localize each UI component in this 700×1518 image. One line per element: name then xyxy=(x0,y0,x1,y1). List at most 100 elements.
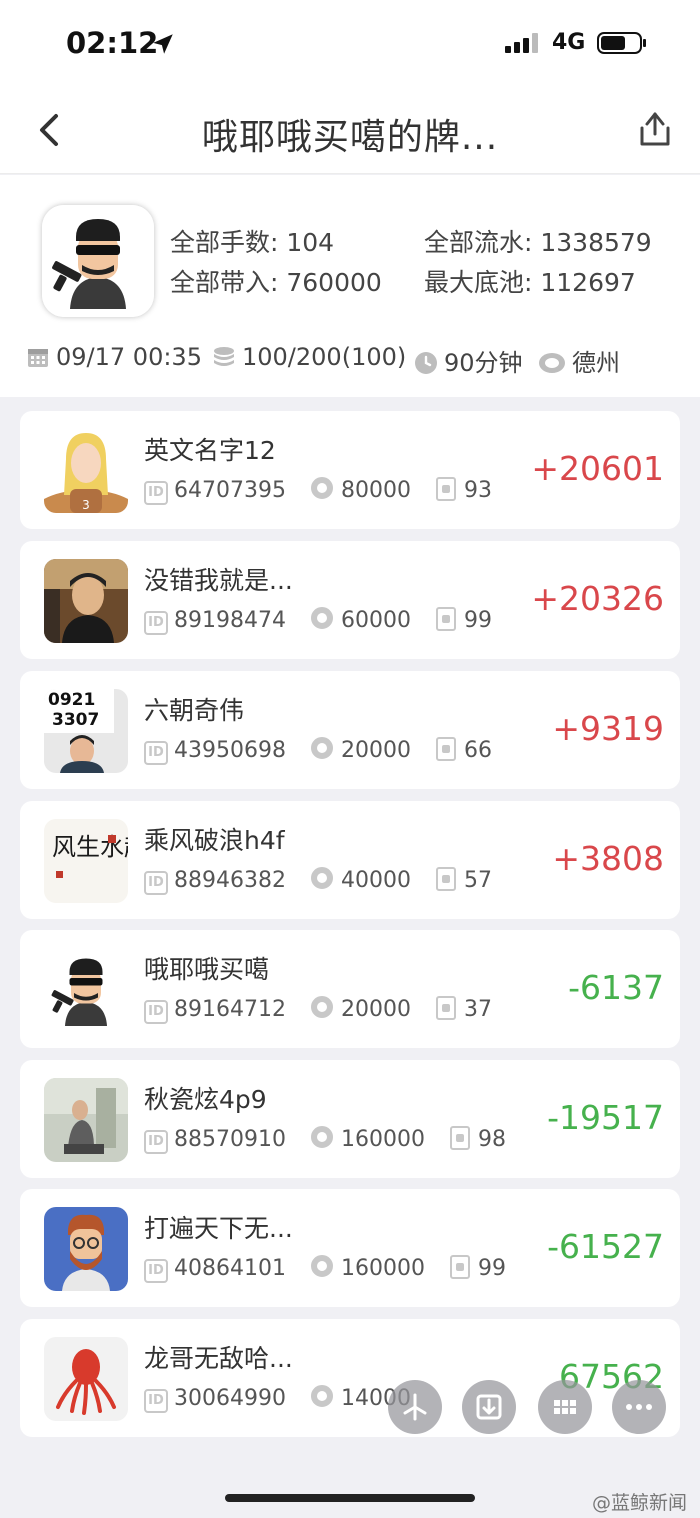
meta-datetime: 09/17 00:35 xyxy=(26,343,202,371)
meta-datetime-text: 09/17 00:35 xyxy=(56,343,202,371)
card-icon xyxy=(449,1126,470,1150)
calligraphy-text: 风生水起 xyxy=(52,833,128,861)
calligraphy-avatar-icon: 风生水起 xyxy=(44,819,128,903)
id-icon: ID xyxy=(144,1389,168,1413)
location-arrow-icon xyxy=(153,34,173,54)
game-summary: 全部手数: 104 全部流水: 1338579 全部带入: 760000 最大底… xyxy=(0,175,700,397)
card-icon xyxy=(435,996,456,1020)
player-stats: ID 43950698 20000 66 xyxy=(144,737,510,765)
seated-person-avatar-icon xyxy=(44,1078,128,1162)
chip-icon xyxy=(310,1126,333,1148)
octopus-avatar-icon xyxy=(44,1337,128,1421)
grid-menu-button[interactable] xyxy=(538,1380,592,1434)
meta-duration: 90分钟 xyxy=(414,343,523,378)
player-buyin: 80000 xyxy=(340,478,411,503)
player-id: 64707395 xyxy=(174,478,286,503)
bearded-man-avatar-icon xyxy=(44,1207,128,1291)
player-card[interactable]: 哦耶哦买噶 ID 89164712 20000 37 -6137 xyxy=(20,930,680,1048)
player-score: -61527 xyxy=(547,1227,664,1266)
network-type: 4G xyxy=(552,30,586,55)
calendar-icon xyxy=(28,349,48,367)
more-button[interactable] xyxy=(612,1380,666,1434)
player-buyin: 60000 xyxy=(340,608,411,633)
player-stats: ID 89164712 20000 37 xyxy=(144,996,510,1024)
player-hands: 98 xyxy=(477,1127,506,1152)
gunman-avatar-icon xyxy=(44,948,128,1032)
chip-icon xyxy=(310,477,333,499)
player-buyin: 160000 xyxy=(340,1127,425,1152)
pinwheel-icon xyxy=(403,1393,427,1421)
player-avatar: 3 xyxy=(44,429,128,513)
navigation-bar: 哦耶哦买噶的牌... xyxy=(0,88,700,174)
player-hands: 99 xyxy=(463,608,492,633)
player-buyin: 40000 xyxy=(340,868,411,893)
player-card[interactable]: 没错我就是... ID 89198474 60000 99 +20326 xyxy=(20,541,680,659)
gunman-avatar-icon xyxy=(42,205,154,317)
id-icon: ID xyxy=(144,741,168,765)
chip-icon xyxy=(310,867,333,889)
card-icon xyxy=(435,737,456,761)
host-avatar[interactable] xyxy=(42,205,154,317)
coin-stack-icon xyxy=(214,347,234,366)
chip-icon xyxy=(310,996,333,1018)
player-name: 乘风破浪h4f xyxy=(144,826,285,855)
avatar-badge: 3 xyxy=(82,498,90,512)
player-buyin: 20000 xyxy=(340,997,411,1022)
total-flow: 全部流水: 1338579 xyxy=(424,228,652,257)
id-icon: ID xyxy=(144,481,168,505)
player-card[interactable]: 秋瓷炫4p9 ID 88570910 160000 98 -19517 xyxy=(20,1060,680,1178)
woman-avatar-icon: 3 xyxy=(44,429,128,513)
meta-blinds: 100/200(100) xyxy=(212,343,406,371)
player-avatar: 风生水起 xyxy=(44,819,128,903)
meta-game-type: 德州 xyxy=(538,343,620,378)
placard-line2: 3307 xyxy=(52,710,99,730)
player-hands: 57 xyxy=(463,868,492,893)
download-button[interactable] xyxy=(462,1380,516,1434)
player-name: 没错我就是... xyxy=(144,566,293,595)
signal-icon xyxy=(505,33,538,53)
player-score: +20326 xyxy=(531,579,664,618)
page-title: 哦耶哦买噶的牌... xyxy=(201,117,499,158)
card-icon xyxy=(449,1255,470,1279)
player-avatar xyxy=(44,948,128,1032)
player-hands: 66 xyxy=(463,738,492,763)
player-card[interactable]: 0921 3307 六朝奇伟 ID 43950698 20000 66 +9319 xyxy=(20,671,680,789)
id-icon: ID xyxy=(144,1000,168,1024)
placard-line1: 0921 xyxy=(48,690,95,710)
battery-icon xyxy=(597,32,646,54)
player-avatar xyxy=(44,559,128,643)
player-hands: 93 xyxy=(463,478,492,503)
poker-chip-icon xyxy=(539,353,565,373)
player-score: +3808 xyxy=(552,839,664,878)
total-buyin: 全部带入: 760000 xyxy=(170,268,382,297)
meta-blinds-text: 100/200(100) xyxy=(242,343,407,371)
player-stats: ID 64707395 80000 93 xyxy=(144,477,510,505)
total-hands: 全部手数: 104 xyxy=(170,228,335,257)
player-card[interactable]: 打遍天下无... ID 40864101 160000 99 -61527 xyxy=(20,1189,680,1307)
player-card[interactable]: 风生水起 乘风破浪h4f ID88946382 40000 57 +3808 xyxy=(20,801,680,919)
download-icon xyxy=(476,1394,502,1420)
meta-game-type-text: 德州 xyxy=(572,349,620,377)
player-stats: ID 88570910 160000 98 xyxy=(144,1126,524,1154)
player-score: -19517 xyxy=(547,1098,664,1137)
photo-avatar-icon xyxy=(44,559,128,643)
player-name: 英文名字12 xyxy=(144,436,276,465)
player-stats: ID 88946382 40000 57 xyxy=(144,867,510,895)
placard-avatar-icon: 0921 3307 xyxy=(44,689,128,773)
player-score: +9319 xyxy=(552,709,664,748)
player-name: 打遍天下无... xyxy=(144,1214,293,1243)
id-icon: ID xyxy=(144,871,168,895)
pinwheel-button[interactable] xyxy=(388,1380,442,1434)
player-card[interactable]: 3 英文名字12 ID 64707395 80000 93 +20601 xyxy=(20,411,680,529)
player-id: 88946382 xyxy=(174,868,286,893)
player-avatar xyxy=(44,1078,128,1162)
share-icon[interactable] xyxy=(636,108,674,150)
chip-icon xyxy=(310,1385,333,1407)
player-name: 哦耶哦买噶 xyxy=(144,955,270,984)
player-id: 89198474 xyxy=(174,608,286,633)
status-time: 02:12 xyxy=(66,26,159,60)
player-buyin: 160000 xyxy=(340,1256,425,1281)
player-stats: ID 40864101 160000 99 xyxy=(144,1255,524,1283)
player-score: -6137 xyxy=(568,968,664,1007)
player-stats: ID 30064990 14000 xyxy=(144,1385,429,1413)
